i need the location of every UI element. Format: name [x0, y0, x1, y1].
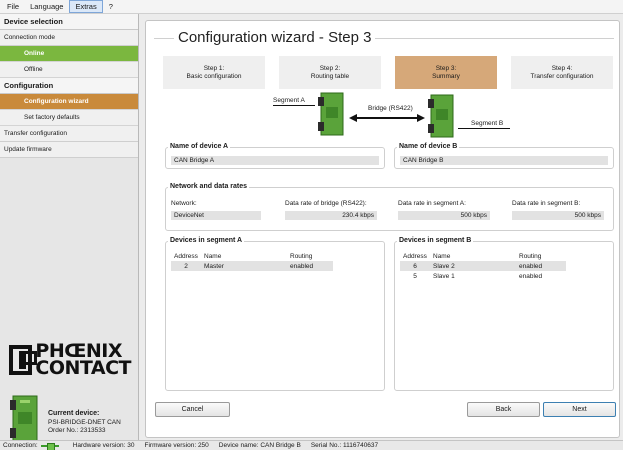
next-button[interactable]: Next — [543, 402, 616, 417]
cell-routing: enabled — [516, 261, 566, 271]
cell-address: 6 — [400, 261, 430, 271]
column-routing[interactable]: Routing — [287, 251, 333, 261]
step-2-number: Step 2: — [319, 64, 341, 72]
bridge-label: Bridge (RS422) — [368, 105, 413, 112]
step-3[interactable]: Step 3: Summary — [395, 56, 497, 89]
segment-b-table: Address Name Routing 6 Slave 2 enabled 5… — [400, 251, 566, 281]
status-firmware-version: Firmware version: 250 — [144, 441, 209, 449]
device-a-title: Name of device A — [168, 143, 231, 150]
device-module-icon — [10, 395, 38, 443]
device-a-panel: Name of device A CAN Bridge A — [165, 143, 385, 169]
device-a-module-icon — [318, 92, 344, 136]
wizard-panel: Configuration wizard - Step 3 Step 1: Ba… — [145, 20, 620, 438]
wizard-steps: Step 1: Basic configuration Step 2: Rout… — [163, 56, 613, 89]
cell-name: Master — [201, 261, 287, 271]
menu-help[interactable]: ? — [104, 1, 118, 12]
device-b-title: Name of device B — [397, 143, 460, 150]
table-header: Address Name Routing — [400, 251, 566, 261]
sidebar-item-set-factory-defaults[interactable]: Set factory defaults — [0, 110, 138, 126]
cell-name: Slave 2 — [430, 261, 516, 271]
current-device-title: Current device: — [48, 410, 100, 417]
device-b-panel: Name of device B CAN Bridge B — [394, 143, 614, 169]
segment-b-rate-label: Data rate in segment B: — [512, 200, 581, 207]
cell-name: Slave 1 — [433, 272, 455, 280]
step-4-number: Step 4: — [551, 64, 573, 72]
step-1-label: Basic configuration — [186, 72, 242, 80]
column-address[interactable]: Address — [171, 251, 201, 261]
cell-address: 2 — [171, 261, 201, 271]
sidebar-connection-mode[interactable]: Connection mode — [0, 30, 138, 46]
sidebar-update-firmware[interactable]: Update firmware — [0, 142, 138, 158]
table-row[interactable]: 5 Slave 1 enabled — [400, 271, 566, 281]
segment-a-devices-panel: Devices in segment A Address Name Routin… — [165, 237, 385, 391]
status-serial-number: Serial No.: 1116740637 — [310, 441, 379, 449]
step-2[interactable]: Step 2: Routing table — [279, 56, 381, 89]
status-bar: Connection: Hardware version: 30 Firmwar… — [0, 440, 623, 450]
step-1-number: Step 1: — [203, 64, 225, 72]
current-device-model: PSI-BRIDGE-DNET CAN — [48, 419, 121, 426]
table-header: Address Name Routing — [171, 251, 333, 261]
menu-extras[interactable]: Extras — [69, 0, 103, 13]
network-label: Network: — [171, 200, 197, 207]
bridge-rate-label: Data rate of bridge (RS422): — [285, 200, 367, 207]
step-4[interactable]: Step 4: Transfer configuration — [511, 56, 613, 89]
network-title: Network and data rates — [168, 183, 250, 190]
phoenix-contact-logo: PHŒNIX CONTACT — [9, 336, 131, 384]
status-connection-label: Connection: — [3, 441, 38, 449]
table-row[interactable]: 6 Slave 2 enabled — [400, 261, 566, 271]
table-row[interactable]: 2 Master enabled — [171, 261, 333, 271]
cell-routing: enabled — [287, 261, 333, 271]
connection-plug-icon — [40, 442, 59, 450]
network-panel: Network and data rates Network: DeviceNe… — [165, 183, 614, 231]
step-1[interactable]: Step 1: Basic configuration — [163, 56, 265, 89]
status-device-name: Device name: CAN Bridge B — [218, 441, 301, 449]
step-3-number: Step 3: — [435, 64, 457, 72]
segment-a-rate-field: 500 kbps — [398, 211, 490, 220]
sidebar-item-offline[interactable]: Offline — [0, 62, 138, 78]
device-b-name-field: CAN Bridge B — [400, 156, 608, 165]
segment-a-devices-title: Devices in segment A — [168, 237, 245, 244]
sidebar-item-configuration-wizard[interactable]: Configuration wizard — [0, 94, 138, 110]
segment-b-rate-field: 500 kbps — [512, 211, 604, 220]
sidebar-transfer-configuration[interactable]: Transfer configuration — [0, 126, 138, 142]
menu-bar: File Language Extras ? — [0, 0, 623, 14]
back-button[interactable]: Back — [467, 402, 540, 417]
column-name[interactable]: Name — [201, 251, 287, 261]
segment-b-devices-title: Devices in segment B — [397, 237, 474, 244]
sidebar-item-online[interactable]: Online — [0, 46, 138, 62]
menu-file[interactable]: File — [2, 1, 24, 12]
cell-routing: enabled — [519, 272, 543, 280]
segment-b-label: Segment B — [471, 120, 504, 127]
phoenix-logo-icon — [9, 345, 38, 375]
status-hardware-version: Hardware version: 30 — [72, 441, 135, 449]
sidebar-device-selection[interactable]: Device selection — [0, 14, 138, 30]
sidebar-configuration[interactable]: Configuration — [0, 78, 138, 94]
segment-a-line — [273, 105, 315, 106]
logo-line-2: CONTACT — [35, 357, 131, 379]
step-2-label: Routing table — [310, 72, 350, 80]
column-routing[interactable]: Routing — [516, 251, 566, 261]
device-b-module-icon — [428, 94, 454, 138]
page-title: Configuration wizard - Step 3 — [174, 29, 376, 46]
segment-a-rate-label: Data rate in segment A: — [398, 200, 466, 207]
step-4-label: Transfer configuration — [530, 72, 594, 80]
menu-language[interactable]: Language — [25, 1, 68, 12]
segment-b-line — [458, 128, 510, 129]
cancel-button[interactable]: Cancel — [155, 402, 230, 417]
segment-a-label: Segment A — [273, 97, 305, 104]
segment-b-devices-panel: Devices in segment B Address Name Routin… — [394, 237, 614, 391]
bridge-rate-field: 230.4 kbps — [285, 211, 377, 220]
column-name[interactable]: Name — [430, 251, 516, 261]
network-field: DeviceNet — [171, 211, 261, 220]
column-address[interactable]: Address — [400, 251, 430, 261]
step-3-label: Summary — [432, 72, 460, 80]
bridge-arrow-icon — [349, 114, 425, 122]
device-a-name-field: CAN Bridge A — [171, 156, 379, 165]
segment-a-table: Address Name Routing 2 Master enabled — [171, 251, 333, 271]
sidebar: Device selection Connection mode Online … — [0, 14, 139, 443]
current-device-order: Order No.: 2313533 — [48, 427, 106, 434]
cell-address: 5 — [413, 272, 417, 280]
